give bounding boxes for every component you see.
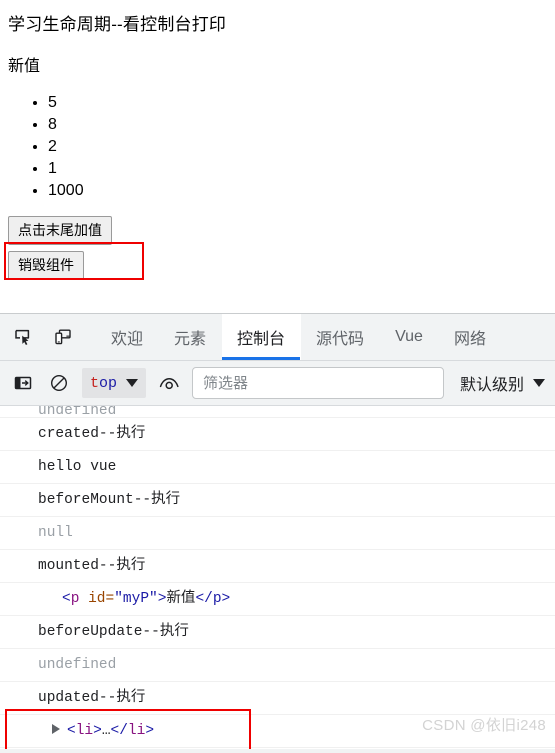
tab-console[interactable]: 控制台 (222, 314, 302, 360)
console-message[interactable]: beforeUpdate--执行 (0, 616, 555, 649)
console-message[interactable]: undefined (0, 406, 555, 418)
list-item: 1000 (48, 180, 555, 202)
console-message[interactable]: mounted--执行 (0, 550, 555, 583)
obj-open-bracket: < (67, 723, 76, 739)
page-subtitle: 新值 (8, 58, 41, 76)
console-log-level-select[interactable]: 默认级别 (454, 371, 547, 395)
dom-attribute-value: "myP" (114, 591, 158, 607)
console-log-level-label: 默认级别 (459, 377, 524, 394)
show-console-sidebar-icon[interactable] (10, 370, 36, 396)
dom-attribute-name: id (88, 591, 106, 607)
destroy-component-button[interactable]: 销毁组件 (8, 251, 84, 281)
chevron-down-icon (533, 379, 545, 387)
web-page-content: 学习生命周期--看控制台打印 新值 5 8 2 1 1000 点击末尾加值 销毁… (0, 0, 555, 313)
obj-closing-tag-name: li (127, 723, 146, 739)
clear-console-icon[interactable] (46, 370, 72, 396)
obj-closing-bracket: > (145, 723, 155, 739)
tab-elements[interactable]: 元素 (159, 314, 222, 360)
list-item: 2 (48, 136, 555, 158)
execution-context-label: top (90, 374, 118, 392)
devtools-tabbar: 欢迎 元素 控制台 源代码 Vue 网络 (0, 314, 555, 361)
execution-context-select[interactable]: top (82, 368, 147, 398)
page-title: 学习生命周期--看控制台打印 (8, 15, 227, 34)
console-message-list[interactable]: undefined created--执行 hello vue beforeMo… (0, 406, 555, 749)
console-message[interactable]: updated--执行 (0, 682, 555, 715)
console-message[interactable]: hello vue (0, 451, 555, 484)
tab-network[interactable]: 网络 (439, 314, 502, 360)
obj-closing-open: </ (110, 723, 128, 739)
obj-tag-name: li (75, 723, 94, 739)
inspect-element-icon[interactable] (10, 324, 36, 350)
console-message-object[interactable]: <li>…</li> (0, 715, 555, 748)
dom-attribute-equals: = (105, 591, 115, 607)
list-item: 1 (48, 158, 555, 180)
console-message[interactable]: beforeMount--执行 (0, 484, 555, 517)
devtools-panel: 欢迎 元素 控制台 源代码 Vue 网络 top 筛选器 默认级别 undefi… (0, 313, 555, 753)
tab-welcome[interactable]: 欢迎 (96, 314, 159, 360)
tab-sources[interactable]: 源代码 (301, 314, 380, 360)
console-toolbar: top 默认级别 (0, 361, 555, 406)
devtools-tab-list: 欢迎 元素 控制台 源代码 Vue 网络 (96, 314, 502, 360)
chevron-down-icon (126, 379, 139, 387)
value-list: 5 8 2 1 1000 (0, 92, 555, 202)
create-live-expression-icon[interactable] (156, 370, 182, 396)
console-message[interactable]: created--执行 (0, 418, 555, 451)
device-toolbar-icon[interactable] (50, 324, 76, 350)
append-button-row: 点击末尾加值 (0, 202, 555, 246)
append-value-button[interactable]: 点击末尾加值 (8, 216, 112, 246)
disclosure-triangle-icon[interactable] (52, 724, 60, 735)
obj-close-bracket: > (93, 723, 102, 739)
destroy-button-row: 销毁组件 (0, 245, 555, 281)
obj-ellipsis: … (101, 723, 111, 739)
devtools-tool-icons (0, 314, 82, 360)
console-message[interactable]: null (0, 517, 555, 550)
dom-inner-text: 新值 (166, 591, 196, 607)
dom-open-bracket: < (62, 591, 71, 607)
console-message[interactable]: undefined (0, 649, 555, 682)
list-item: 8 (48, 114, 555, 136)
dom-closing-tag: </p> (195, 591, 231, 607)
console-filter-input[interactable] (192, 367, 444, 399)
tab-vue[interactable]: Vue (380, 314, 439, 360)
list-item: 5 (48, 92, 555, 114)
console-message-dom-element[interactable]: <p id="myP">新值</p> (0, 583, 555, 616)
screenshot-root: 学习生命周期--看控制台打印 新值 5 8 2 1 1000 点击末尾加值 销毁… (0, 0, 555, 753)
dom-tag-name: p (70, 591, 80, 607)
